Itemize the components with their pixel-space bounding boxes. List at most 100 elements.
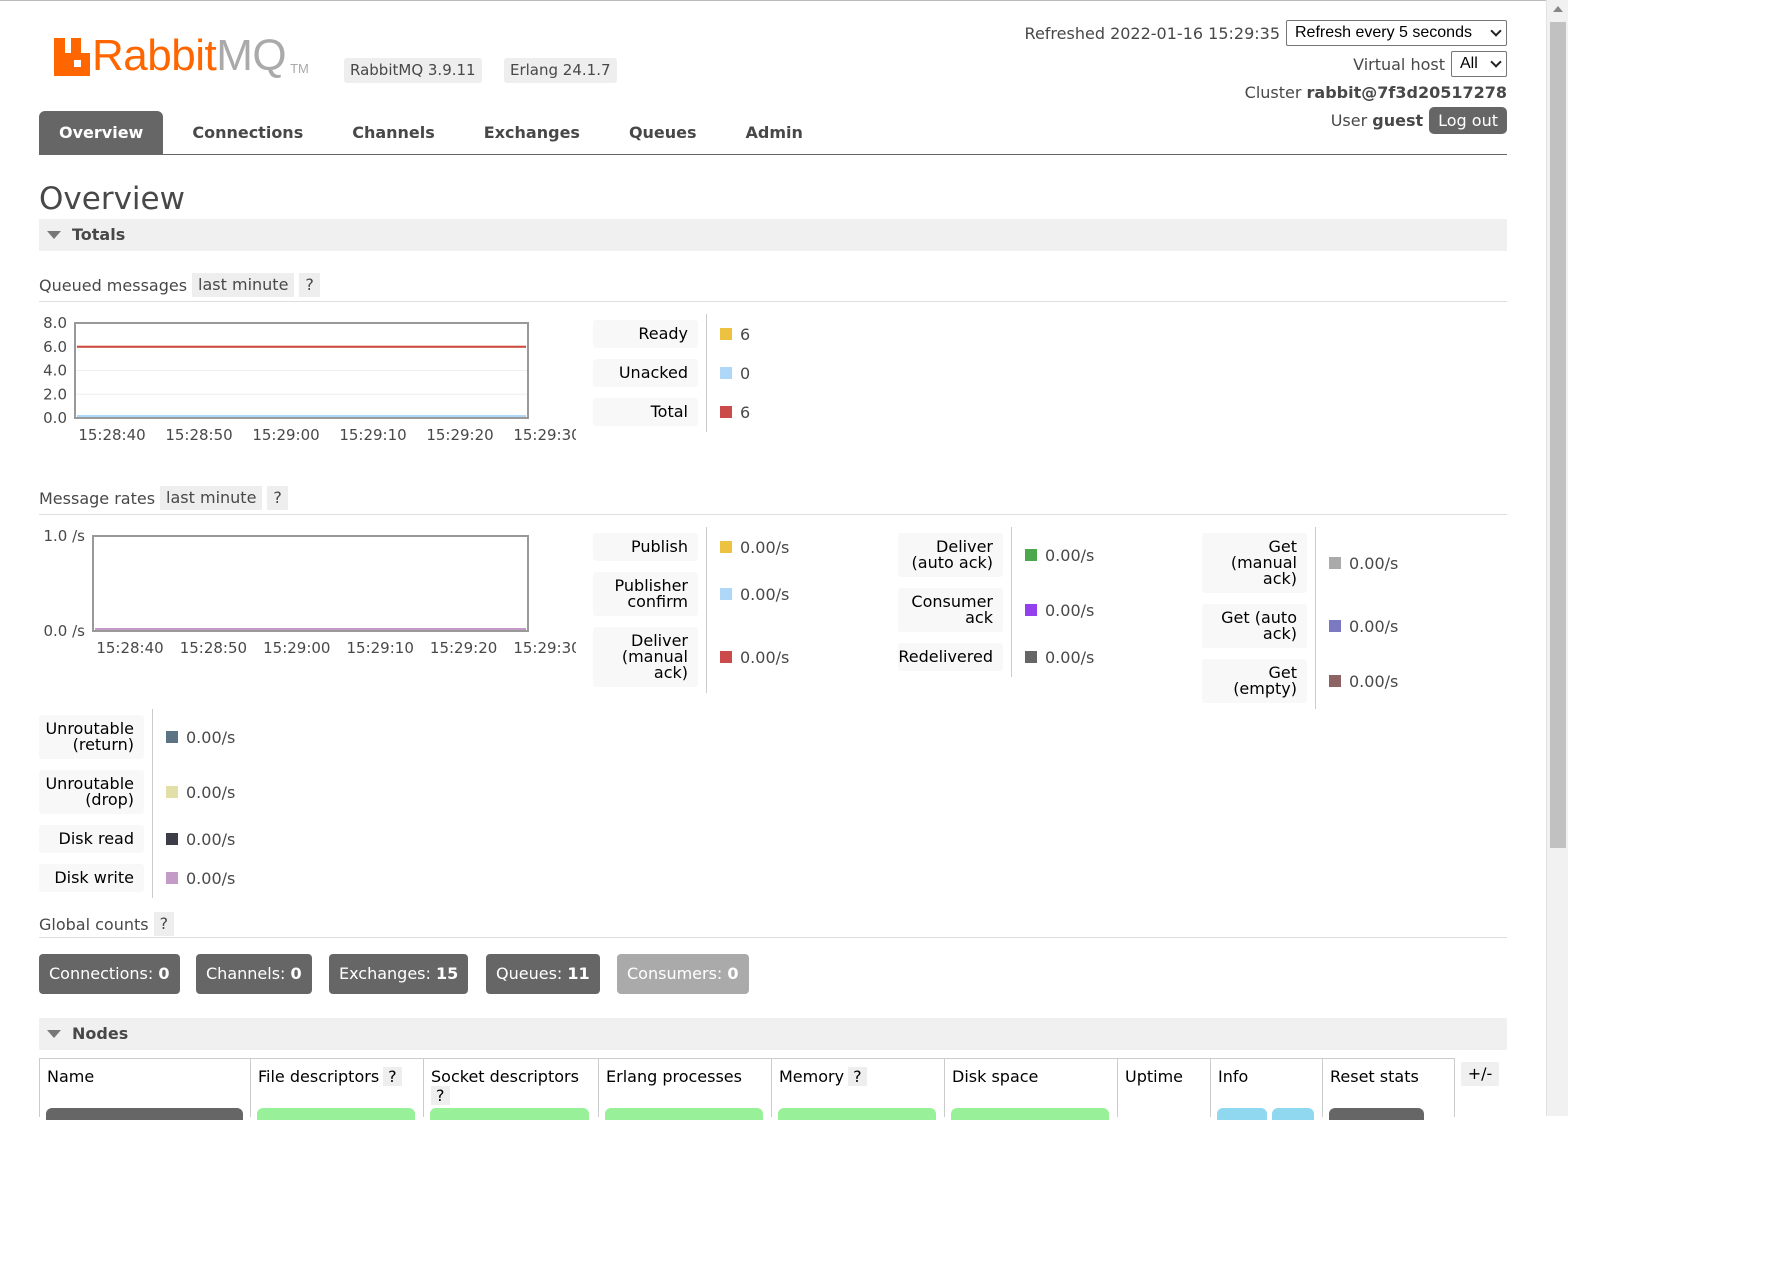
message-rates-header: Message rates last minute ? bbox=[39, 486, 1507, 515]
queued-range-selector[interactable]: last minute bbox=[192, 273, 295, 297]
legend-label: Get (manual ack) bbox=[1202, 533, 1307, 593]
y-tick-label: 1.0 /s bbox=[44, 527, 86, 545]
legend-value: 0 bbox=[720, 359, 750, 387]
x-tick-label: 15:29:00 bbox=[252, 426, 319, 444]
page-title: Overview bbox=[39, 181, 185, 217]
chevron-down-icon bbox=[1490, 25, 1502, 37]
reset-stats-button[interactable] bbox=[1329, 1108, 1424, 1120]
rabbitmq-logo[interactable]: RabbitMQ TM bbox=[54, 31, 309, 80]
legend-value: 0.00/s bbox=[1329, 533, 1398, 593]
rates-range-selector[interactable]: last minute bbox=[160, 486, 263, 510]
x-tick-label: 15:29:20 bbox=[426, 426, 493, 444]
channels-count-button[interactable]: Channels: 0 bbox=[196, 954, 312, 994]
x-tick-label: 15:29:10 bbox=[347, 639, 414, 657]
logo-text: RabbitMQ bbox=[92, 31, 287, 80]
exchanges-count-button[interactable]: Exchanges: 15 bbox=[329, 954, 469, 994]
legend-value: 6 bbox=[720, 320, 750, 348]
legend-swatch bbox=[1025, 651, 1037, 663]
legend-divider bbox=[706, 527, 707, 693]
queues-count-button[interactable]: Queues: 11 bbox=[486, 954, 600, 994]
tab-overview[interactable]: Overview bbox=[39, 111, 164, 154]
nodes-section-toggle[interactable]: Nodes bbox=[39, 1018, 1507, 1050]
help-button[interactable]: ? bbox=[848, 1067, 867, 1086]
legend-swatch bbox=[1025, 604, 1037, 616]
memory-bar bbox=[778, 1108, 936, 1120]
plot-frame bbox=[92, 535, 529, 632]
connections-count-button[interactable]: Connections: 0 bbox=[39, 954, 180, 994]
legend-value: 0.00/s bbox=[166, 715, 235, 759]
refresh-interval-select[interactable]: Refresh every 5 seconds bbox=[1286, 20, 1507, 46]
legend-value: 0.00/s bbox=[1329, 659, 1398, 703]
queued-help-button[interactable]: ? bbox=[299, 273, 320, 297]
legend-label: Unacked bbox=[593, 359, 698, 387]
legend-swatch bbox=[720, 367, 732, 379]
collapse-triangle-icon bbox=[47, 1030, 61, 1038]
logo-trademark: TM bbox=[290, 61, 309, 76]
legend-value: 0.00/s bbox=[166, 770, 235, 814]
disk-space-bar bbox=[951, 1108, 1109, 1120]
node-name-pill[interactable] bbox=[46, 1108, 243, 1120]
legend-label: Consumer ack bbox=[898, 588, 1003, 632]
tab-channels[interactable]: Channels bbox=[332, 111, 455, 154]
vertical-scrollbar[interactable] bbox=[1546, 0, 1568, 1116]
global-help-button[interactable]: ? bbox=[153, 912, 175, 936]
x-tick-label: 15:29:30 bbox=[513, 639, 576, 657]
rabbit-logo-icon bbox=[54, 38, 90, 76]
legend-value: 0.00/s bbox=[1025, 533, 1094, 577]
scroll-up-arrow-icon[interactable] bbox=[1553, 6, 1563, 12]
legend-label: Publish bbox=[593, 533, 698, 561]
vhost-label: Virtual host bbox=[1353, 54, 1445, 74]
help-button[interactable]: ? bbox=[383, 1067, 402, 1086]
x-tick-label: 15:28:40 bbox=[78, 426, 145, 444]
message-rates-chart: 0.0 /s 1.0 /s 15:28:40 15:28:50 15:29:00 15:2… bbox=[44, 527, 577, 657]
x-tick-label: 15:29:20 bbox=[430, 639, 497, 657]
global-counts-header: Global counts ? bbox=[39, 912, 1507, 938]
legend-swatch bbox=[720, 588, 732, 600]
collapse-triangle-icon bbox=[47, 231, 61, 239]
cluster-label: Cluster bbox=[1244, 82, 1302, 102]
x-tick-label: 15:29:30 bbox=[513, 426, 576, 444]
x-tick-label: 15:29:00 bbox=[263, 639, 330, 657]
column-toggle-button[interactable]: +/- bbox=[1461, 1062, 1499, 1086]
y-tick-label: 0.0 bbox=[43, 409, 67, 427]
legend-swatch bbox=[166, 872, 178, 884]
x-tick-label: 15:28:40 bbox=[96, 639, 163, 657]
x-tick-label: 15:29:10 bbox=[339, 426, 406, 444]
legend-value: 0.00/s bbox=[720, 572, 789, 616]
legend-label: Ready bbox=[593, 320, 698, 348]
tab-admin[interactable]: Admin bbox=[726, 111, 823, 154]
y-tick-label: 2.0 bbox=[43, 385, 67, 403]
file-descriptors-bar bbox=[257, 1108, 415, 1120]
legend-divider bbox=[152, 709, 153, 898]
queued-messages-chart: 0.0 2.0 4.0 6.0 8.0 15:28:40 15:28:50 15:29:00 1… bbox=[43, 314, 576, 444]
col-uptime[interactable]: Uptime bbox=[1117, 1058, 1211, 1117]
legend-divider bbox=[1011, 527, 1012, 677]
rates-help-button[interactable]: ? bbox=[267, 486, 288, 510]
legend-divider bbox=[1315, 527, 1316, 709]
legend-value: 0.00/s bbox=[720, 533, 789, 561]
legend-swatch bbox=[1329, 620, 1341, 632]
vhost-select[interactable]: All bbox=[1451, 51, 1507, 77]
tab-queues[interactable]: Queues bbox=[609, 111, 717, 154]
x-tick-label: 15:28:50 bbox=[165, 426, 232, 444]
consumers-count-button[interactable]: Consumers: 0 bbox=[617, 954, 749, 994]
tab-exchanges[interactable]: Exchanges bbox=[464, 111, 600, 154]
legend-value: 0.00/s bbox=[1025, 643, 1094, 671]
totals-section-toggle[interactable]: Totals bbox=[39, 219, 1507, 251]
scrollbar-thumb[interactable] bbox=[1550, 22, 1566, 848]
legend-swatch bbox=[166, 731, 178, 743]
legend-swatch bbox=[1329, 675, 1341, 687]
info-badge bbox=[1217, 1108, 1267, 1120]
legend-label: Get (auto ack) bbox=[1202, 604, 1307, 648]
help-button[interactable]: ? bbox=[431, 1086, 450, 1105]
legend-label: Unroutable (return) bbox=[39, 715, 144, 759]
legend-label: Publisher confirm bbox=[593, 572, 698, 616]
legend-swatch bbox=[720, 651, 732, 663]
refreshed-label: Refreshed bbox=[1024, 23, 1105, 43]
legend-label: Unroutable (drop) bbox=[39, 770, 144, 814]
legend-swatch bbox=[166, 786, 178, 798]
tab-connections[interactable]: Connections bbox=[172, 111, 323, 154]
legend-value: 0.00/s bbox=[1329, 604, 1398, 648]
socket-descriptors-bar bbox=[430, 1108, 589, 1120]
queued-messages-title: Queued messages bbox=[39, 276, 188, 295]
